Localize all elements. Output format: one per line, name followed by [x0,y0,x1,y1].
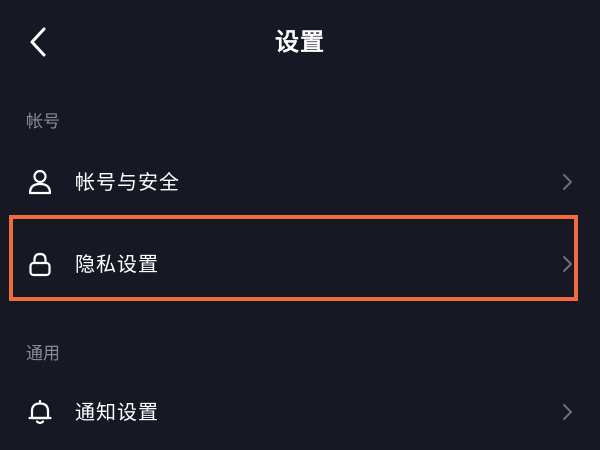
page-title: 设置 [275,28,325,56]
chevron-right-icon [563,404,572,420]
chevron-right-icon [563,174,572,190]
nav-bar: 设置 [0,0,600,84]
chevron-right-icon [563,256,572,272]
lock-icon [29,252,51,277]
list-item-account-security[interactable]: 帐号与安全 [0,146,600,218]
section-header-general: 通用 [26,344,60,364]
section-header-account: 帐号 [26,112,60,132]
settings-screen: 设置 帐号 帐号与安全 隐私设置 通用 通知设置 [0,0,600,450]
bell-icon [28,399,52,425]
item-label-privacy-settings: 隐私设置 [75,252,159,276]
user-icon [28,169,52,195]
item-label-notification-settings: 通知设置 [75,400,159,424]
list-item-notification-settings[interactable]: 通知设置 [0,376,600,448]
item-label-account-security: 帐号与安全 [75,170,180,194]
list-item-privacy-settings[interactable]: 隐私设置 [0,228,600,300]
